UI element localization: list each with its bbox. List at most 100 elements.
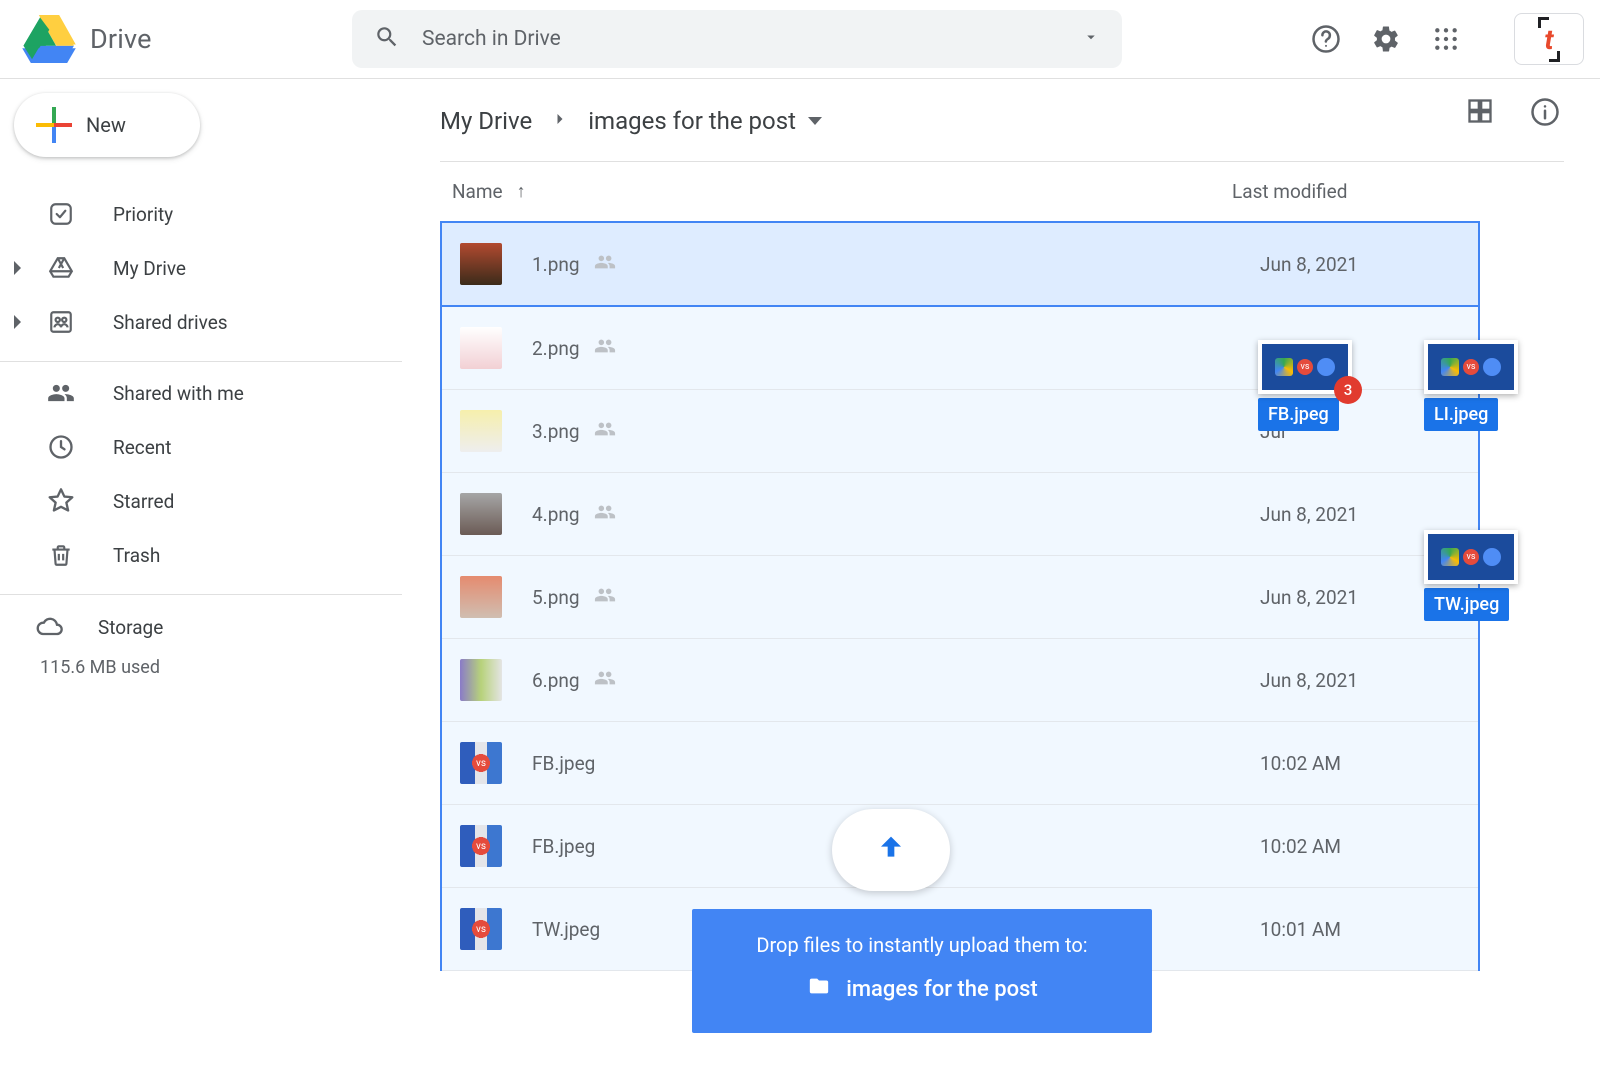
- sidebar-item-starred[interactable]: Starred: [0, 474, 402, 528]
- shared-drives-icon: [47, 308, 75, 336]
- search-options-icon[interactable]: [1082, 28, 1100, 50]
- plus-icon: [36, 107, 72, 143]
- file-row[interactable]: FB.jpeg10:02 AM: [442, 722, 1478, 805]
- drag-preview[interactable]: vs3FB.jpeg: [1258, 340, 1352, 431]
- breadcrumb-current[interactable]: images for the post: [588, 107, 822, 135]
- file-row[interactable]: 5.pngJun 8, 2021: [442, 556, 1478, 639]
- file-thumbnail: [460, 410, 502, 452]
- storage-label: Storage: [98, 616, 163, 639]
- drag-file-label: LI.jpeg: [1424, 398, 1498, 431]
- cloud-icon: [36, 613, 64, 641]
- file-thumbnail: [460, 908, 502, 950]
- logo-area[interactable]: Drive: [22, 15, 352, 63]
- file-modified: Jun 8, 2021: [1260, 503, 1478, 526]
- file-thumbnail: [460, 659, 502, 701]
- sidebar-item-shared-drives[interactable]: Shared drives: [0, 295, 402, 349]
- chevron-right-icon[interactable]: [14, 261, 21, 275]
- clock-icon: [47, 433, 75, 461]
- upload-cloud-icon: [832, 809, 950, 891]
- extension-button[interactable]: t: [1514, 13, 1584, 65]
- drag-preview[interactable]: vs TW.jpeg: [1424, 530, 1518, 621]
- drag-thumbnail: vs: [1424, 530, 1518, 584]
- settings-icon[interactable]: [1370, 23, 1402, 55]
- caret-down-icon: [808, 117, 822, 125]
- drag-file-label: TW.jpeg: [1424, 588, 1509, 621]
- sidebar-item-recent[interactable]: Recent: [0, 420, 402, 474]
- shared-icon: [594, 584, 616, 611]
- drop-message-text: Drop files to instantly upload them to:: [722, 933, 1122, 957]
- sidebar-item-label: Starred: [113, 490, 174, 513]
- new-button-label: New: [86, 113, 126, 137]
- drive-logo-icon: [22, 15, 76, 63]
- file-row[interactable]: 1.pngJun 8, 2021: [442, 223, 1478, 307]
- file-row[interactable]: FB.jpeg 10:02 AM: [442, 805, 1478, 888]
- help-icon[interactable]: [1310, 23, 1342, 55]
- trash-icon: [47, 541, 75, 569]
- column-modified[interactable]: Last modified: [1232, 180, 1556, 203]
- drag-preview[interactable]: vs LI.jpeg: [1424, 340, 1518, 431]
- sidebar-item-shared-with-me[interactable]: Shared with me: [0, 366, 402, 420]
- file-name: 6.png: [532, 669, 580, 692]
- info-icon[interactable]: [1530, 97, 1560, 131]
- file-modified: 10:01 AM: [1260, 918, 1478, 941]
- shared-icon: [594, 335, 616, 362]
- sidebar: New Priority My Drive: [0, 79, 402, 1091]
- column-headers: Name ↑ Last modified: [440, 162, 1564, 221]
- file-modified: Jun 8, 2021: [1260, 669, 1478, 692]
- new-button[interactable]: New: [14, 93, 200, 157]
- file-thumbnail: [460, 742, 502, 784]
- header-actions: t: [1310, 13, 1584, 65]
- shared-icon: [594, 418, 616, 445]
- sidebar-item-mydrive[interactable]: My Drive: [0, 241, 402, 295]
- sidebar-storage[interactable]: Storage 115.6 MB used: [0, 595, 402, 678]
- file-thumbnail: [460, 576, 502, 618]
- shared-icon: [594, 667, 616, 694]
- drop-folder-name: images for the post: [846, 977, 1037, 1002]
- sidebar-item-label: Shared drives: [113, 311, 228, 334]
- file-name: 4.png: [532, 503, 580, 526]
- sidebar-item-label: Priority: [113, 203, 173, 226]
- chevron-right-icon[interactable]: [14, 315, 21, 329]
- grid-view-icon[interactable]: [1466, 97, 1494, 131]
- extension-icon: t: [1544, 23, 1553, 56]
- file-name: 5.png: [532, 586, 580, 609]
- file-modified: Jun 8, 2021: [1260, 253, 1478, 276]
- sidebar-item-label: Shared with me: [113, 382, 244, 405]
- drag-thumbnail: vs: [1424, 340, 1518, 394]
- file-thumbnail: [460, 327, 502, 369]
- file-modified: 10:02 AM: [1260, 835, 1478, 858]
- file-thumbnail: [460, 825, 502, 867]
- sidebar-item-label: My Drive: [113, 257, 186, 280]
- sidebar-item-label: Trash: [113, 544, 160, 567]
- breadcrumb: My Drive images for the post: [440, 97, 1564, 145]
- drive-icon: [47, 254, 75, 282]
- search-icon: [374, 24, 400, 54]
- file-list[interactable]: 1.pngJun 8, 20212.pngJu3.pngJur4.pngJun …: [440, 221, 1480, 971]
- breadcrumb-root[interactable]: My Drive: [440, 107, 532, 135]
- file-name: 2.png: [532, 337, 580, 360]
- column-name[interactable]: Name ↑: [452, 180, 1232, 203]
- sort-arrow-up-icon: ↑: [517, 181, 526, 202]
- app-name: Drive: [90, 23, 152, 55]
- priority-icon: [47, 200, 75, 228]
- sidebar-item-trash[interactable]: Trash: [0, 528, 402, 582]
- header: Drive t: [0, 0, 1600, 79]
- file-row[interactable]: 4.png Jun 8, 2021: [442, 473, 1478, 556]
- drag-file-label: FB.jpeg: [1258, 398, 1339, 431]
- file-row[interactable]: 6.png Jun 8, 2021: [442, 639, 1478, 722]
- drag-count-badge: 3: [1334, 376, 1362, 404]
- sidebar-item-priority[interactable]: Priority: [0, 187, 402, 241]
- shared-icon: [594, 251, 616, 278]
- main-content: My Drive images for the post Name ↑: [402, 79, 1600, 1091]
- file-name: TW.jpeg: [532, 918, 600, 941]
- search-bar[interactable]: [352, 10, 1122, 68]
- sidebar-item-label: Recent: [113, 436, 172, 459]
- apps-icon[interactable]: [1430, 23, 1462, 55]
- chevron-right-icon: [550, 107, 570, 135]
- folder-icon: [806, 975, 832, 1003]
- file-name: FB.jpeg: [532, 752, 595, 775]
- shared-icon: [594, 501, 616, 528]
- storage-used: 115.6 MB used: [36, 657, 402, 678]
- file-name: FB.jpeg: [532, 835, 595, 858]
- search-input[interactable]: [422, 27, 1060, 51]
